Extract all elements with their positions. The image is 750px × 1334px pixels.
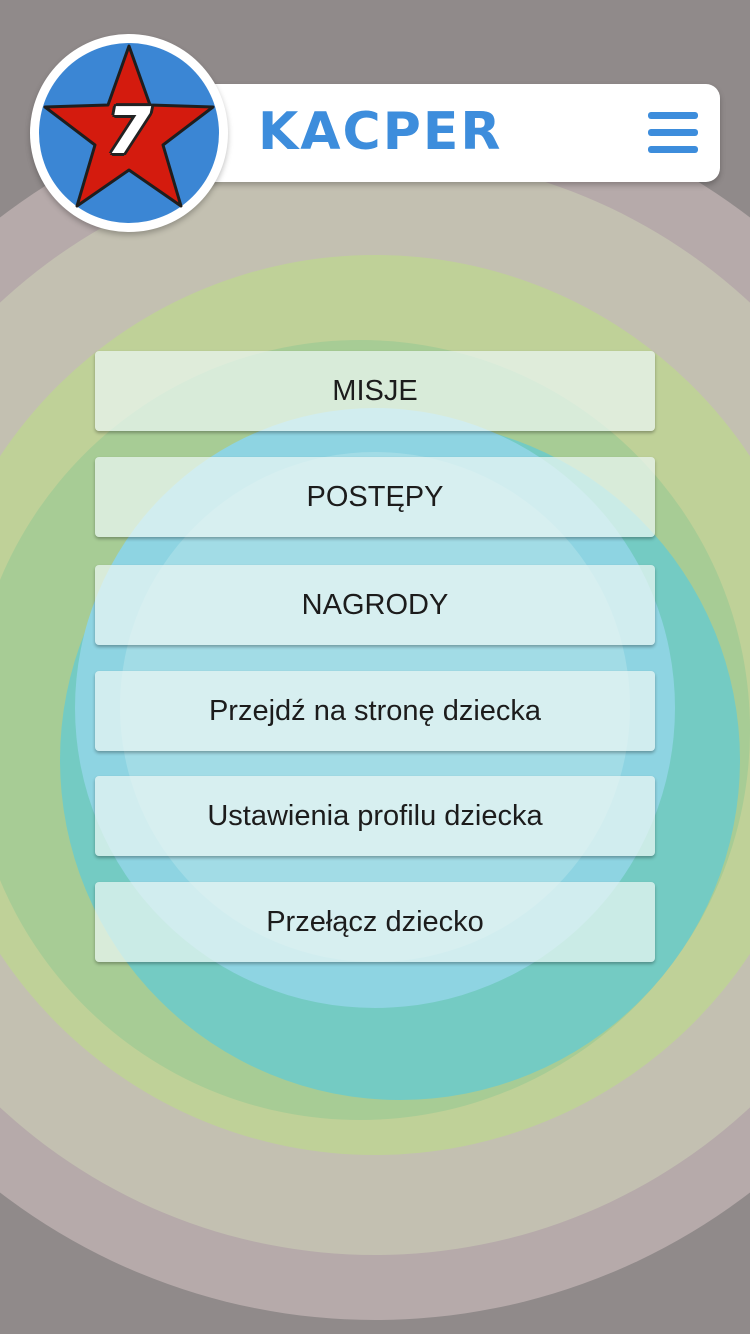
menu-item-missions[interactable]: MISJE (95, 351, 655, 431)
menu-item-child-profile-settings[interactable]: Ustawienia profilu dziecka (95, 776, 655, 856)
menu-item-child-page[interactable]: Przejdź na stronę dziecka (95, 671, 655, 751)
menu-bar (648, 129, 698, 136)
menu-bar (648, 146, 698, 153)
menu-item-label: MISJE (332, 375, 418, 407)
menu-item-label: Przełącz dziecko (266, 906, 484, 938)
menu-item-label: NAGRODY (301, 589, 449, 621)
menu-item-rewards[interactable]: NAGRODY (95, 565, 655, 645)
menu-item-label: Przejdź na stronę dziecka (208, 695, 542, 727)
child-name-title: KACPER (258, 102, 503, 162)
avatar[interactable]: 7 (30, 34, 228, 232)
level-number: 7 (106, 95, 152, 169)
header-bar: KACPER (190, 84, 720, 182)
menu-item-progress[interactable]: POSTĘPY (95, 457, 655, 537)
menu-bar (648, 112, 698, 119)
menu-item-label: Ustawienia profilu dziecka (207, 800, 543, 832)
menu-item-label: POSTĘPY (306, 481, 444, 513)
menu-item-switch-child[interactable]: Przełącz dziecko (95, 882, 655, 962)
hamburger-menu-icon[interactable] (648, 112, 700, 154)
